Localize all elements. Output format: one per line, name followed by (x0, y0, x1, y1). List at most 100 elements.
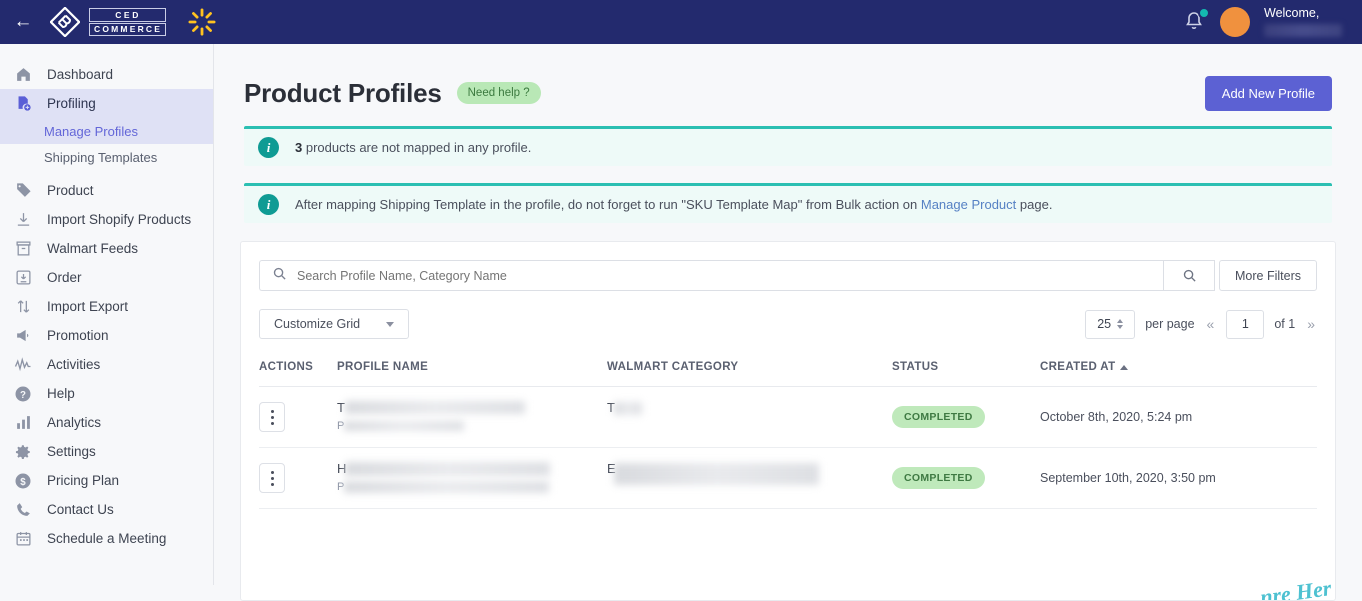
per-page-label: per page (1145, 317, 1195, 331)
first-page-icon[interactable]: « (1205, 316, 1217, 332)
page-title: Product Profiles (244, 77, 442, 108)
cell-walmart-category: E (607, 447, 892, 509)
page-header: Product Profiles Need help ? Add New Pro… (214, 44, 1362, 114)
banner-text-after: page. (1016, 197, 1053, 212)
welcome-label: Welcome, (1264, 6, 1320, 21)
column-profile-name[interactable]: PROFILE NAME (337, 361, 607, 387)
column-created-at[interactable]: CREATED AT (1040, 361, 1317, 387)
sidebar-label: Product (47, 183, 94, 198)
megaphone-icon (13, 326, 33, 346)
bar-chart-icon (13, 413, 33, 433)
kebab-menu-icon[interactable] (259, 463, 285, 493)
per-page-select[interactable]: 25 (1085, 309, 1136, 339)
sidebar-label: Import Shopify Products (47, 212, 192, 227)
sidebar-label: Profiling (47, 96, 96, 111)
table-row[interactable]: H P E COMPLETED September 10th, 2020, 3:… (259, 447, 1317, 509)
sidebar-item-contact-us[interactable]: Contact Us (0, 495, 213, 524)
more-filters-button[interactable]: More Filters (1219, 260, 1317, 291)
user-name-redacted (1264, 23, 1342, 37)
customize-grid-button[interactable]: Customize Grid (259, 309, 410, 339)
bell-icon[interactable] (1182, 7, 1210, 35)
unmapped-products-banner: i 3 products are not mapped in any profi… (244, 126, 1332, 166)
sidebar-item-help[interactable]: ? Help (0, 379, 213, 408)
add-new-profile-button[interactable]: Add New Profile (1204, 75, 1332, 111)
stepper-icon (1117, 319, 1124, 329)
sidebar-sub-label: Manage Profiles (44, 123, 138, 139)
sidebar-item-promotion[interactable]: Promotion (0, 321, 213, 350)
sidebar-label: Walmart Feeds (47, 241, 139, 256)
profiles-table: ACTIONS PROFILE NAME WALMART CATEGORY ST… (259, 361, 1317, 509)
activity-pulse-icon (13, 355, 33, 375)
sidebar-item-order[interactable]: Order (0, 263, 213, 292)
sidebar: Dashboard Profiling Manage Profiles Ship… (0, 44, 214, 585)
status-badge: COMPLETED (892, 467, 985, 489)
total-pages-label: of 1 (1274, 317, 1296, 331)
blur-mask (345, 462, 550, 476)
avatar[interactable] (1220, 7, 1250, 37)
cell-profile-name: T P (337, 386, 607, 448)
back-arrow-icon[interactable]: ← (0, 0, 46, 44)
home-icon (13, 65, 33, 85)
sidebar-item-settings[interactable]: Settings (0, 437, 213, 466)
sidebar-item-pricing-plan[interactable]: $ Pricing Plan (0, 466, 213, 495)
profile-add-icon (13, 94, 33, 114)
sidebar-item-activities[interactable]: Activities (0, 350, 213, 379)
main-content: Product Profiles Need help ? Add New Pro… (214, 44, 1362, 601)
info-icon: i (258, 194, 279, 215)
profiles-card: More Filters Customize Grid 25 per page … (240, 241, 1336, 601)
search-submit-button[interactable] (1163, 260, 1216, 291)
sidebar-label: Schedule a Meeting (47, 531, 167, 546)
logo-line-2: COMMERCE (89, 22, 167, 36)
sidebar-item-dashboard[interactable]: Dashboard (0, 60, 213, 89)
arrows-up-down-icon (13, 297, 33, 317)
status-badge: COMPLETED (892, 406, 985, 428)
sidebar-label: Pricing Plan (47, 473, 120, 488)
sidebar-item-profiling[interactable]: Profiling (0, 89, 213, 118)
table-row[interactable]: T P T COMPLETED October 8th, 2020, 5:24 … (259, 386, 1317, 448)
logo-line-1: CED (89, 8, 167, 22)
need-help-badge[interactable]: Need help ? (456, 82, 541, 104)
sidebar-item-product[interactable]: Product (0, 176, 213, 205)
search-box[interactable] (259, 260, 1164, 291)
sidebar-label: Dashboard (47, 67, 114, 82)
last-page-icon[interactable]: » (1305, 316, 1317, 332)
search-input[interactable] (297, 268, 1164, 283)
manage-product-link[interactable]: Manage Product (921, 197, 1016, 212)
sidebar-sub-label: Shipping Templates (44, 149, 158, 165)
column-walmart-category[interactable]: WALMART CATEGORY (607, 361, 892, 387)
sort-ascending-icon (1120, 365, 1129, 370)
pagination: 25 per page « 1 of 1 » (1085, 309, 1317, 339)
archive-icon (13, 239, 33, 259)
sidebar-item-shipping-templates[interactable]: Shipping Templates (0, 144, 213, 170)
sidebar-item-import-export[interactable]: Import Export (0, 292, 213, 321)
cell-created-at: September 10th, 2020, 3:50 pm (1040, 447, 1317, 509)
watermark: nre Her (1258, 575, 1333, 601)
cell-status: COMPLETED (892, 447, 1040, 509)
blur-mask (344, 481, 549, 493)
column-actions: ACTIONS (259, 361, 337, 387)
sidebar-label: Promotion (47, 328, 109, 343)
chevron-down-icon (386, 321, 395, 327)
table-header-row: ACTIONS PROFILE NAME WALMART CATEGORY ST… (259, 361, 1317, 387)
blur-mask (344, 421, 464, 431)
profile-name-redacted: H P (337, 461, 607, 495)
dollar-circle-icon: $ (13, 471, 33, 491)
table-head: ACTIONS PROFILE NAME WALMART CATEGORY ST… (259, 361, 1317, 387)
sidebar-item-manage-profiles[interactable]: Manage Profiles (0, 118, 213, 144)
profile-name-redacted: T P (337, 400, 607, 434)
svg-text:$: $ (20, 476, 26, 487)
sidebar-item-schedule-a-meeting[interactable]: Schedule a Meeting (0, 524, 213, 553)
sidebar-item-analytics[interactable]: Analytics (0, 408, 213, 437)
sidebar-item-import-shopify-products[interactable]: Import Shopify Products (0, 205, 213, 234)
svg-text:?: ? (20, 389, 26, 400)
sidebar-item-walmart-feeds[interactable]: Walmart Feeds (0, 234, 213, 263)
column-status[interactable]: STATUS (892, 361, 1040, 387)
current-page-input[interactable]: 1 (1226, 309, 1265, 339)
kebab-menu-icon[interactable] (259, 402, 285, 432)
sidebar-label: Help (47, 386, 75, 401)
sidebar-label: Order (47, 270, 82, 285)
walmart-category-redacted: E (607, 461, 892, 495)
cell-walmart-category: T (607, 386, 892, 448)
blur-mask (614, 463, 819, 485)
ced-commerce-logo[interactable]: CED COMMERCE (49, 6, 167, 38)
